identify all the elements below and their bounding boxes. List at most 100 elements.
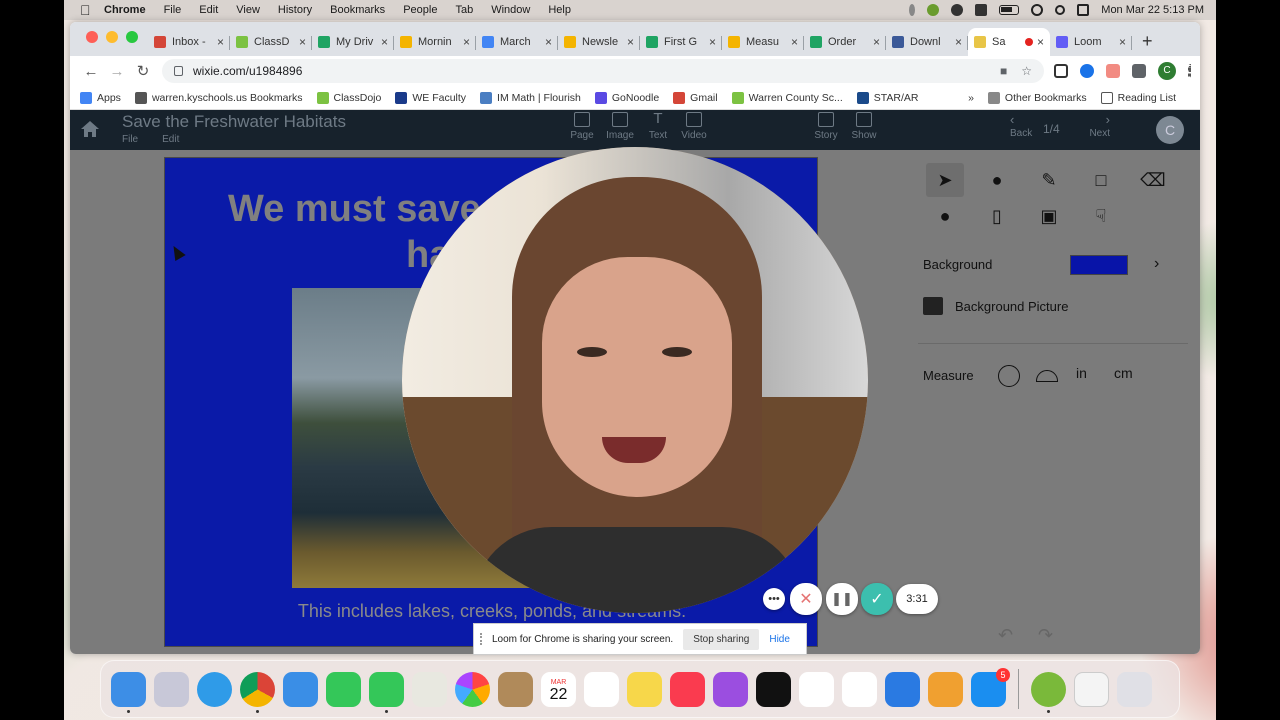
browser-tab[interactable]: My Driv × bbox=[312, 28, 394, 56]
next-chevron-icon[interactable]: › bbox=[1106, 112, 1110, 127]
loom-webcam-bubble[interactable] bbox=[402, 147, 868, 613]
safari-icon[interactable] bbox=[197, 671, 232, 707]
forward-arrow-icon[interactable]: → bbox=[104, 63, 130, 80]
project-title[interactable]: Save the Freshwater Habitats bbox=[122, 112, 346, 132]
reload-icon[interactable]: ↻ bbox=[130, 62, 156, 80]
browser-tab[interactable]: Newsle × bbox=[558, 28, 640, 56]
menu-bookmarks[interactable]: Bookmarks bbox=[330, 4, 385, 16]
menu-chrome[interactable]: Chrome bbox=[104, 4, 146, 16]
next-button[interactable]: Next bbox=[1089, 128, 1110, 139]
photos-icon[interactable] bbox=[455, 671, 490, 707]
contacts-icon[interactable] bbox=[498, 671, 533, 707]
menu-people[interactable]: People bbox=[403, 4, 437, 16]
back-chevron-icon[interactable]: ‹ bbox=[1010, 112, 1014, 127]
blue-extension-icon[interactable] bbox=[1080, 64, 1094, 78]
background-picture-button[interactable]: Background Picture bbox=[923, 297, 1068, 315]
hand-pointer-tool[interactable]: ☟ bbox=[1082, 199, 1120, 233]
messages-icon[interactable] bbox=[369, 671, 404, 713]
add-video-tool[interactable]: Video bbox=[674, 112, 714, 141]
browser-tab[interactable]: Inbox - × bbox=[148, 28, 230, 56]
hide-button[interactable]: Hide bbox=[769, 634, 790, 645]
browser-tab[interactable]: First G × bbox=[640, 28, 722, 56]
maps-icon[interactable] bbox=[412, 671, 447, 707]
microphone-tool[interactable]: ● bbox=[978, 163, 1016, 197]
marquee-select-tool[interactable]: □ bbox=[1082, 163, 1120, 197]
stamp-tool[interactable]: ▣ bbox=[1030, 199, 1068, 233]
camera-in-use-icon[interactable]: ■ bbox=[1000, 64, 1007, 78]
numbers-icon[interactable] bbox=[842, 671, 877, 707]
tab-close-icon[interactable]: × bbox=[217, 35, 224, 49]
menu-edit[interactable]: Edit bbox=[199, 4, 218, 16]
redo-icon[interactable]: ↷ bbox=[1038, 625, 1053, 646]
microphone-status-icon[interactable] bbox=[909, 4, 916, 16]
spray-tool[interactable]: ▯ bbox=[978, 199, 1016, 233]
protractor-icon[interactable] bbox=[1036, 370, 1058, 382]
keynote-icon[interactable] bbox=[885, 671, 920, 707]
other-bookmarks[interactable]: Other Bookmarks bbox=[987, 91, 1087, 104]
notes-icon[interactable] bbox=[627, 671, 662, 707]
minimize-window-icon[interactable] bbox=[106, 31, 118, 43]
tab-close-icon[interactable]: × bbox=[1119, 35, 1126, 49]
bookmark-item[interactable]: warren.kyschools.us Bookmarks bbox=[134, 91, 303, 104]
add-text-tool[interactable]: T Text bbox=[638, 111, 678, 141]
control-center-icon[interactable] bbox=[1077, 4, 1090, 16]
undo-icon[interactable]: ↶ bbox=[998, 625, 1013, 646]
select-arrow-tool[interactable]: ➤ bbox=[926, 163, 964, 197]
tab-close-icon[interactable]: × bbox=[299, 35, 306, 49]
menu-window[interactable]: Window bbox=[491, 4, 530, 16]
chrome-icon[interactable] bbox=[240, 671, 275, 713]
bookmark-item[interactable]: ClassDojo bbox=[316, 91, 381, 104]
home-icon[interactable] bbox=[80, 120, 100, 138]
apple-tv-icon[interactable] bbox=[756, 671, 791, 707]
facetime-icon[interactable] bbox=[326, 671, 361, 707]
bookmark-item[interactable]: IM Math | Flourish bbox=[480, 91, 581, 104]
crosshair-measure-icon[interactable] bbox=[998, 365, 1020, 387]
music-icon[interactable] bbox=[670, 671, 705, 707]
calendar-icon[interactable]: MAR 22 bbox=[541, 671, 576, 707]
file-menu[interactable]: File bbox=[122, 134, 138, 145]
chevron-right-icon[interactable]: › bbox=[1154, 255, 1159, 273]
loom-pause-icon[interactable]: ❚❚ bbox=[826, 583, 858, 615]
browser-tab[interactable]: ClassD × bbox=[230, 28, 312, 56]
edit-menu[interactable]: Edit bbox=[162, 134, 179, 145]
ruler-inches-tool[interactable]: in bbox=[1076, 365, 1087, 381]
shapes-tool[interactable]: ● bbox=[926, 199, 964, 233]
bookmark-item[interactable]: WE Faculty bbox=[395, 91, 466, 104]
mail-icon[interactable] bbox=[283, 671, 318, 707]
ruler-cm-tool[interactable]: cm bbox=[1114, 365, 1133, 381]
address-url[interactable]: wixie.com/u1984896 bbox=[193, 64, 302, 78]
wifi-icon[interactable] bbox=[1031, 4, 1044, 16]
browser-tab[interactable]: March × bbox=[476, 28, 558, 56]
battery-icon[interactable] bbox=[999, 5, 1020, 15]
user-avatar[interactable]: C bbox=[1156, 116, 1184, 144]
bookmark-item[interactable]: Warren County Sc... bbox=[731, 91, 843, 104]
show-tool[interactable]: Show bbox=[844, 112, 884, 141]
drag-handle-icon[interactable] bbox=[480, 633, 484, 645]
downloads-stack-icon[interactable] bbox=[1074, 671, 1109, 707]
folder-menu-icon[interactable] bbox=[975, 4, 988, 16]
tab-close-icon[interactable]: × bbox=[381, 35, 388, 49]
pages-icon[interactable] bbox=[928, 671, 963, 707]
grid-extension-icon[interactable] bbox=[1054, 64, 1068, 78]
tab-close-icon[interactable]: × bbox=[463, 35, 470, 49]
menubar-clock[interactable]: Mon Mar 22 5:13 PM bbox=[1101, 4, 1204, 16]
tab-close-icon[interactable]: × bbox=[1037, 35, 1044, 49]
menu-help[interactable]: Help bbox=[548, 4, 571, 16]
loom-more-options-icon[interactable]: ••• bbox=[763, 588, 785, 610]
bookmark-star-icon[interactable]: ☆ bbox=[1021, 64, 1032, 78]
loom-menu-icon[interactable] bbox=[951, 4, 964, 16]
app-store-icon[interactable]: 5 bbox=[971, 667, 1010, 707]
eraser-tool[interactable]: ⌫ bbox=[1134, 163, 1172, 197]
browser-tab[interactable]: Sa × bbox=[968, 28, 1050, 56]
browser-tab[interactable]: Order × bbox=[804, 28, 886, 56]
add-page-tool[interactable]: Page bbox=[562, 112, 602, 141]
tab-close-icon[interactable]: × bbox=[545, 35, 552, 49]
bookmark-item[interactable]: STAR/AR bbox=[856, 91, 918, 104]
loom-finish-check-icon[interactable]: ✓ bbox=[861, 583, 893, 615]
background-color-swatch[interactable] bbox=[1070, 255, 1128, 275]
browser-tab[interactable]: Downl × bbox=[886, 28, 968, 56]
address-bar[interactable]: wixie.com/u1984896 ■ ☆ bbox=[162, 59, 1044, 83]
trash-icon[interactable] bbox=[1117, 671, 1152, 707]
tab-close-icon[interactable]: × bbox=[709, 35, 716, 49]
story-tool[interactable]: Story bbox=[806, 112, 846, 141]
